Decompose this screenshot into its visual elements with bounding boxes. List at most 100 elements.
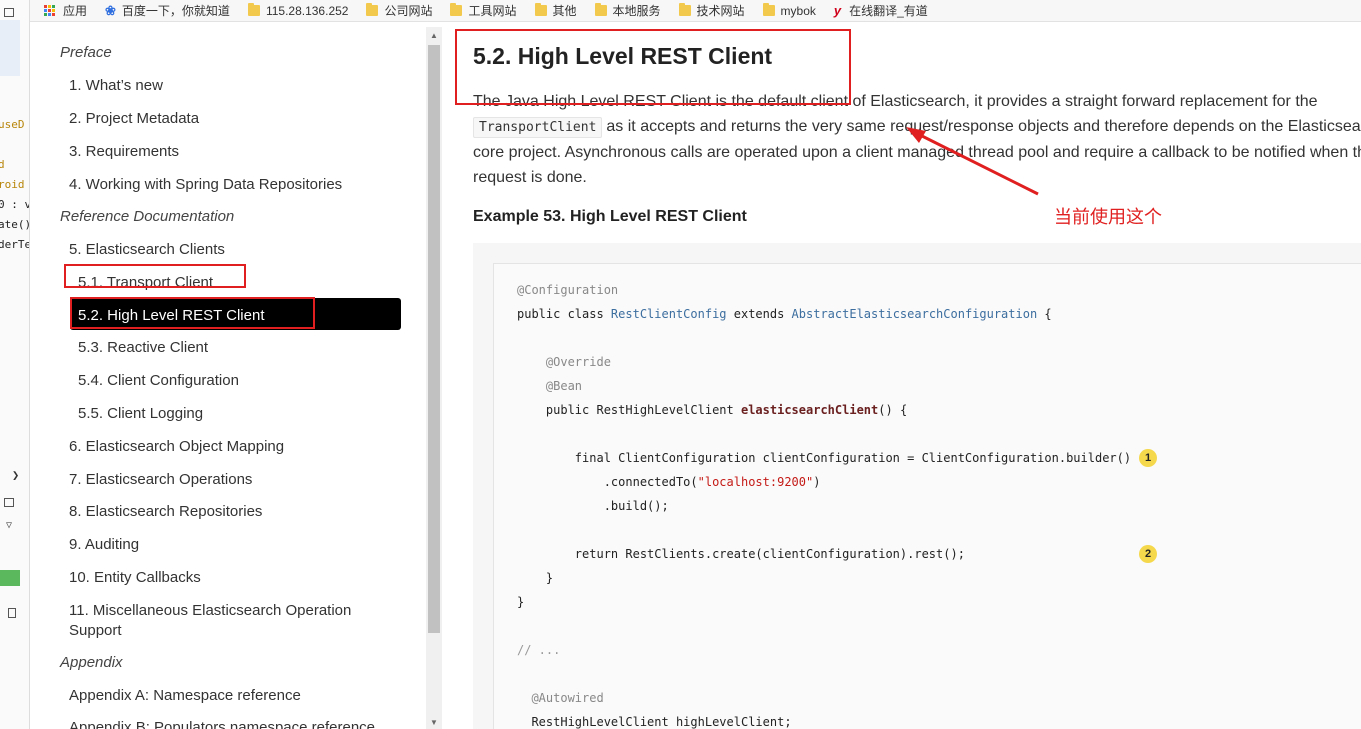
- toc-item-high-level-rest-client[interactable]: 5.2. High Level REST Client: [78, 306, 264, 326]
- toc-item-appendix-a[interactable]: Appendix A: Namespace reference: [69, 686, 301, 706]
- code-line: .connectedTo("localhost:9200"): [603, 475, 821, 489]
- toc-item-transport-client[interactable]: 5.1. Transport Client: [78, 273, 213, 293]
- toc-item-spring-data-repositories[interactable]: 4. Working with Spring Data Repositories: [69, 175, 342, 195]
- window-restore-icon: [4, 8, 14, 17]
- toc-item-client-logging[interactable]: 5.5. Client Logging: [78, 404, 203, 424]
- toc-section-reference[interactable]: Reference Documentation: [60, 207, 234, 227]
- toc-item-entity-callbacks[interactable]: 10. Entity Callbacks: [69, 568, 201, 588]
- bookmark-folder-other[interactable]: 其他: [534, 2, 577, 19]
- paragraph-text: as it accepts and returns the very same …: [606, 118, 1361, 135]
- bookmark-label: 公司网站: [384, 4, 433, 18]
- toc-item-operations[interactable]: 7. Elasticsearch Operations: [69, 470, 252, 490]
- inline-code: TransportClient: [473, 117, 603, 138]
- paragraph-line: TransportClient as it accepts and returns…: [473, 114, 1361, 140]
- code-line: RestHighLevelClient highLevelClient;: [531, 715, 792, 729]
- intro-paragraph: The Java High Level REST Client is the d…: [473, 89, 1361, 190]
- code-line: final ClientConfiguration clientConfigur…: [574, 451, 1132, 465]
- toc-section-preface[interactable]: Preface: [60, 43, 112, 63]
- window-restore-icon[interactable]: [4, 498, 14, 507]
- code-line: .build();: [603, 499, 669, 513]
- toc-item-project-metadata[interactable]: 2. Project Metadata: [69, 109, 199, 129]
- code-fragment: roid: [0, 178, 25, 191]
- paragraph-line: core project. Asynchronous calls are ope…: [473, 144, 1361, 161]
- selection-highlight: [0, 20, 20, 76]
- folder-icon: [366, 3, 379, 16]
- code-line: }: [517, 595, 525, 609]
- code-fragment: useD: [0, 118, 25, 131]
- toc-section-appendix[interactable]: Appendix: [60, 653, 123, 673]
- code-fragment: derTe: [0, 238, 30, 251]
- code-comment: // ...: [517, 643, 561, 657]
- folder-icon: [534, 3, 547, 16]
- bookmarks-bar: 应用 ❀ 百度一下，你就知道 115.28.136.252 公司网站 工具网站 …: [0, 0, 1361, 22]
- example-title: Example 53. High Level REST Client: [473, 208, 747, 225]
- toc-item-misc-operation[interactable]: 11. Miscellaneous Elasticsearch Operatio…: [69, 601, 351, 621]
- toc-item-appendix-b[interactable]: Appendix B: Populators namespace referen…: [69, 718, 375, 729]
- code-line: @Configuration: [517, 283, 619, 297]
- code-line: @Override: [545, 355, 611, 369]
- code-fragment: d: [0, 158, 5, 171]
- code-listing: @Configuration public class RestClientCo…: [517, 278, 1131, 729]
- chevron-right-icon[interactable]: ❯: [12, 468, 19, 482]
- bookmark-label: 其他: [552, 4, 577, 18]
- toc-item-repositories[interactable]: 8. Elasticsearch Repositories: [69, 502, 262, 522]
- bookmark-folder-company[interactable]: 公司网站: [366, 2, 432, 19]
- example-block: @Configuration public class RestClientCo…: [473, 243, 1361, 729]
- folder-icon: [450, 3, 463, 16]
- page-title: 5.2. High Level REST Client: [473, 43, 773, 69]
- bookmark-label: 在线翻译_有道: [849, 4, 928, 18]
- bookmark-folder-tools[interactable]: 工具网站: [450, 2, 517, 19]
- status-indicator: [0, 570, 20, 586]
- toc-item-reactive-client[interactable]: 5.3. Reactive Client: [78, 338, 208, 358]
- youdao-icon: y: [833, 3, 842, 18]
- panel-icon[interactable]: [8, 608, 16, 618]
- toc-item-client-configuration[interactable]: 5.4. Client Configuration: [78, 371, 239, 391]
- toc-item-auditing[interactable]: 9. Auditing: [69, 535, 139, 555]
- bookmark-folder-ip[interactable]: 115.28.136.252: [247, 3, 349, 18]
- bookmark-folder-mybok[interactable]: mybok: [762, 3, 816, 18]
- bookmark-label: 工具网站: [468, 4, 517, 18]
- bookmark-folder-tech[interactable]: 技术网站: [678, 2, 745, 19]
- bookmark-apps[interactable]: 应用: [44, 2, 87, 19]
- baidu-icon: ❀: [105, 2, 116, 18]
- code-line: return RestClients.create(clientConfigur…: [574, 547, 965, 561]
- code-block: @Configuration public class RestClientCo…: [493, 263, 1361, 729]
- apps-grid-icon: [44, 5, 55, 16]
- ide-window-fragment: useD d roid 0 : v ate() derTe ❯ ▽: [0, 0, 30, 729]
- bookmark-label: 百度一下，你就知道: [121, 4, 230, 18]
- bookmark-label: 本地服务: [612, 4, 661, 18]
- code-fragment: 0 : v: [0, 198, 30, 211]
- scroll-down-icon[interactable]: ▼: [430, 718, 438, 727]
- toc-item-whats-new[interactable]: 1. What’s new: [69, 76, 163, 96]
- bookmark-baidu[interactable]: ❀ 百度一下，你就知道: [105, 2, 230, 19]
- toc-scrollbar[interactable]: ▲ ▼: [426, 27, 442, 729]
- callout-badge: 1: [1139, 449, 1157, 467]
- folder-icon: [678, 3, 691, 16]
- code-line: public class RestClientConfig extends Ab…: [517, 307, 1052, 321]
- toc-item-elasticsearch-clients[interactable]: 5. Elasticsearch Clients: [69, 240, 225, 260]
- code-line: }: [545, 571, 554, 585]
- code-line: @Autowired: [531, 691, 604, 705]
- bookmark-label: mybok: [780, 3, 816, 18]
- bookmark-label: 115.28.136.252: [265, 3, 349, 18]
- bookmark-label: 技术网站: [696, 4, 745, 18]
- code-line: @Bean: [545, 379, 583, 393]
- scrollbar-thumb[interactable]: [428, 45, 440, 633]
- table-of-contents: Preface 1. What’s new 2. Project Metadat…: [31, 27, 426, 729]
- paragraph-line: request is done.: [473, 169, 587, 186]
- code-fragment: ate(): [0, 218, 30, 231]
- toc-item-misc-operation-support[interactable]: Support: [69, 621, 122, 641]
- annotation-note: 当前使用这个: [1054, 207, 1162, 227]
- folder-icon: [247, 3, 260, 16]
- folder-icon: [594, 3, 607, 16]
- toc-item-requirements[interactable]: 3. Requirements: [69, 142, 179, 162]
- chevron-down-icon[interactable]: ▽: [6, 520, 12, 531]
- bookmark-youdao[interactable]: y 在线翻译_有道: [834, 2, 928, 19]
- toc-item-object-mapping[interactable]: 6. Elasticsearch Object Mapping: [69, 437, 284, 457]
- code-line: public RestHighLevelClient elasticsearch…: [545, 403, 908, 417]
- main-content: 5.2. High Level REST Client The Java Hig…: [444, 27, 1361, 729]
- bookmark-folder-local[interactable]: 本地服务: [594, 2, 661, 19]
- scroll-up-icon[interactable]: ▲: [430, 31, 438, 40]
- bookmark-apps-label: 应用: [63, 4, 88, 18]
- callout-badge: 2: [1139, 545, 1157, 563]
